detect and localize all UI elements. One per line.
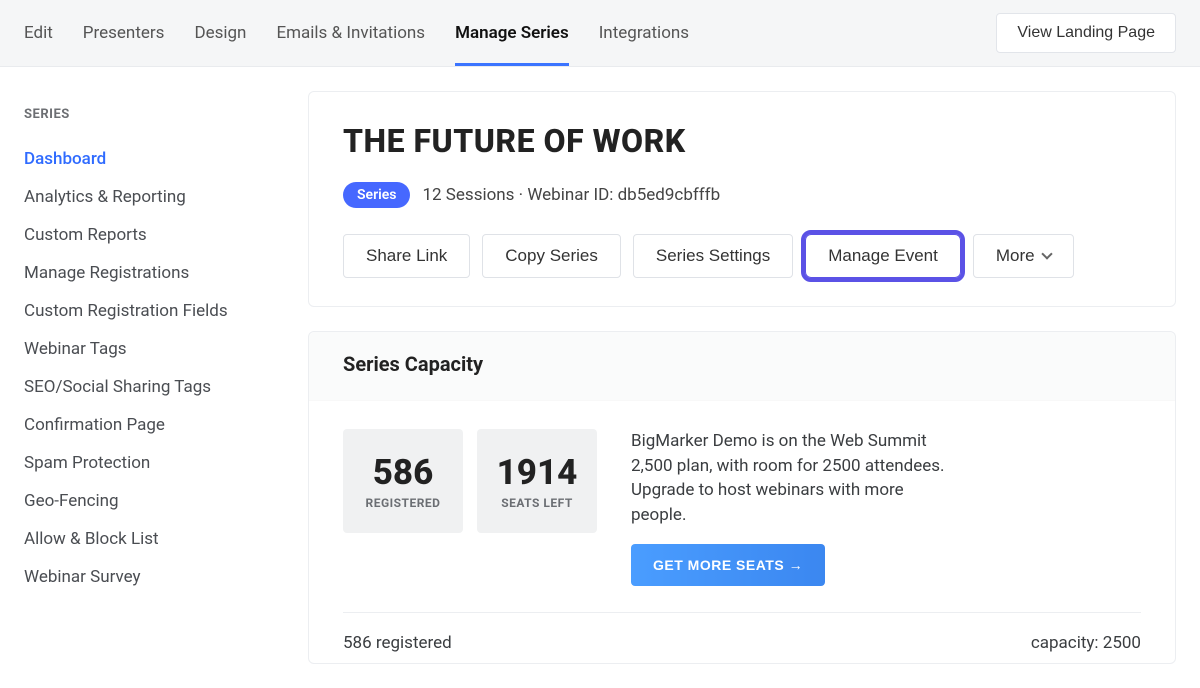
top-navbar: Edit Presenters Design Emails & Invitati… (0, 0, 1200, 67)
seats-left-stat: 1914 SEATS LEFT (477, 429, 597, 533)
registered-label: REGISTERED (366, 496, 441, 510)
series-settings-button[interactable]: Series Settings (633, 234, 793, 278)
more-label: More (996, 246, 1035, 266)
tab-presenters[interactable]: Presenters (83, 0, 165, 66)
seats-left-value: 1914 (497, 452, 578, 493)
tab-manage-series[interactable]: Manage Series (455, 0, 569, 66)
capacity-footer-total: capacity: 2500 (1031, 633, 1141, 653)
capacity-footer-registered: 586 registered (343, 633, 452, 653)
series-meta-row: Series 12 Sessions · Webinar ID: db5ed9c… (343, 182, 1141, 208)
chevron-down-icon (1041, 248, 1052, 259)
sidebar-item-custom-registration-fields[interactable]: Custom Registration Fields (24, 292, 278, 330)
series-capacity-card: Series Capacity 586 REGISTERED 1914 SEAT… (308, 331, 1176, 664)
sidebar-item-seo-social-tags[interactable]: SEO/Social Sharing Tags (24, 368, 278, 406)
sidebar-item-spam-protection[interactable]: Spam Protection (24, 444, 278, 482)
manage-event-button[interactable]: Manage Event (805, 234, 961, 278)
series-action-row: Share Link Copy Series Series Settings M… (343, 234, 1141, 278)
view-landing-page-button[interactable]: View Landing Page (996, 13, 1176, 53)
series-meta-text: 12 Sessions · Webinar ID: db5ed9cbfffb (422, 185, 720, 205)
sidebar-item-manage-registrations[interactable]: Manage Registrations (24, 254, 278, 292)
sidebar-item-geo-fencing[interactable]: Geo-Fencing (24, 482, 278, 520)
sidebar-item-webinar-tags[interactable]: Webinar Tags (24, 330, 278, 368)
sidebar-section-header: SERIES (24, 107, 278, 122)
sidebar-item-custom-reports[interactable]: Custom Reports (24, 216, 278, 254)
get-more-seats-button[interactable]: GET MORE SEATS → (631, 544, 825, 586)
sidebar-item-allow-block-list[interactable]: Allow & Block List (24, 520, 278, 558)
capacity-header: Series Capacity (309, 332, 1175, 401)
sidebar-item-webinar-survey[interactable]: Webinar Survey (24, 558, 278, 596)
capacity-description-block: BigMarker Demo is on the Web Summit 2,50… (611, 429, 951, 586)
tab-integrations[interactable]: Integrations (599, 0, 689, 66)
capacity-description-text: BigMarker Demo is on the Web Summit 2,50… (631, 429, 951, 528)
tab-design[interactable]: Design (194, 0, 246, 66)
tab-list: Edit Presenters Design Emails & Invitati… (24, 0, 689, 66)
copy-series-button[interactable]: Copy Series (482, 234, 621, 278)
more-actions-button[interactable]: More (973, 234, 1074, 278)
capacity-stats-row: 586 REGISTERED 1914 SEATS LEFT BigMarker… (343, 429, 1141, 586)
seats-left-label: SEATS LEFT (501, 496, 573, 510)
series-title: THE FUTURE OF WORK (343, 122, 1141, 160)
sidebar-item-dashboard[interactable]: Dashboard (24, 140, 278, 178)
share-link-button[interactable]: Share Link (343, 234, 470, 278)
registered-value: 586 (373, 452, 434, 493)
tab-emails-invitations[interactable]: Emails & Invitations (276, 0, 425, 66)
tab-edit[interactable]: Edit (24, 0, 53, 66)
main-content: THE FUTURE OF WORK Series 12 Sessions · … (308, 91, 1176, 664)
sidebar-item-analytics[interactable]: Analytics & Reporting (24, 178, 278, 216)
series-badge: Series (343, 182, 410, 208)
capacity-footer: 586 registered capacity: 2500 (343, 612, 1141, 653)
sidebar: SERIES Dashboard Analytics & Reporting C… (24, 91, 278, 664)
registered-stat: 586 REGISTERED (343, 429, 463, 533)
sidebar-item-confirmation-page[interactable]: Confirmation Page (24, 406, 278, 444)
series-header-card: THE FUTURE OF WORK Series 12 Sessions · … (308, 91, 1176, 307)
